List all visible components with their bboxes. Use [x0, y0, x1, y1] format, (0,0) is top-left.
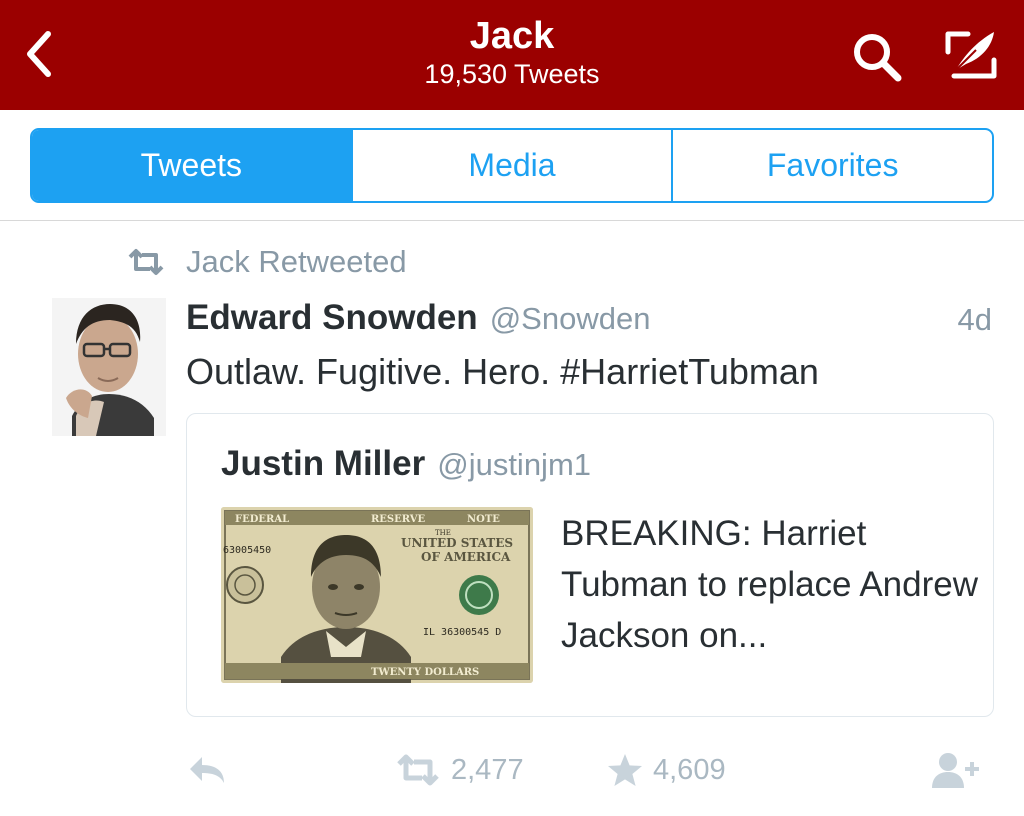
retweet-button[interactable]: 2,477 [395, 744, 524, 796]
bill-top-right-text: NOTE [467, 514, 500, 525]
tweet-timestamp: 4d [957, 302, 992, 337]
profile-tabs: Tweets Media Favorites [30, 128, 994, 203]
search-button[interactable] [850, 30, 906, 84]
quoted-tweet-card[interactable]: Justin Miller @justinjm1 FEDERAL RESERVE… [186, 413, 994, 717]
quoted-tweet-text: BREAKING: Harriet Tubman to replace Andr… [561, 514, 978, 655]
search-icon [854, 34, 902, 82]
reply-button[interactable] [186, 744, 228, 796]
quoted-author-name: Justin Miller [221, 444, 426, 483]
tweet-actions: 2,477 4,609 [0, 744, 1024, 796]
tab-media[interactable]: Media [353, 130, 674, 201]
bill-top-mid-text: RESERVE [371, 514, 425, 525]
bill-title-line2: OF AMERICA [421, 550, 511, 564]
twenty-dollar-bill-image: FEDERAL RESERVE NOTE 63005450 THE UNITED… [221, 507, 533, 683]
bill-top-left-text: FEDERAL [235, 514, 289, 525]
avatar-portrait [52, 298, 166, 436]
bill-title-line1: UNITED STATES [401, 536, 513, 550]
retweet-icon [397, 754, 439, 786]
tab-favorites[interactable]: Favorites [673, 130, 992, 201]
avatar[interactable] [52, 298, 166, 436]
quoted-media-image[interactable]: FEDERAL RESERVE NOTE 63005450 THE UNITED… [221, 507, 533, 683]
quoted-author: Justin Miller @justinjm1 [221, 444, 591, 484]
retweet-count: 2,477 [451, 753, 524, 786]
compose-icon [945, 31, 997, 79]
profile-header: Jack 19,530 Tweets [0, 0, 1024, 110]
tweet-text: Outlaw. Fugitive. Hero. #HarrietTubman [186, 351, 819, 392]
retweet-context: Jack Retweeted [126, 242, 407, 282]
reply-icon [190, 757, 224, 783]
favorite-button[interactable]: 4,609 [607, 744, 726, 796]
star-icon [608, 754, 642, 786]
author-name[interactable]: Edward Snowden [186, 298, 478, 338]
retweet-icon [128, 249, 164, 275]
compose-button[interactable] [940, 26, 1002, 84]
quoted-author-handle: @justinjm1 [437, 447, 592, 482]
follow-button[interactable] [930, 744, 980, 796]
author-handle[interactable]: @Snowden [490, 301, 651, 337]
bill-bottom-text: TWENTY DOLLARS [371, 667, 479, 678]
retweet-context-label: Jack Retweeted [186, 244, 407, 279]
tab-tweets[interactable]: Tweets [32, 130, 353, 201]
add-user-icon [932, 753, 979, 788]
bill-serial-right: IL 36300545 D [423, 627, 501, 638]
favorite-count: 4,609 [653, 753, 726, 786]
divider [0, 220, 1024, 221]
bill-serial-left: 63005450 [223, 545, 271, 556]
tweet-author[interactable]: Edward Snowden @Snowden [186, 298, 650, 340]
